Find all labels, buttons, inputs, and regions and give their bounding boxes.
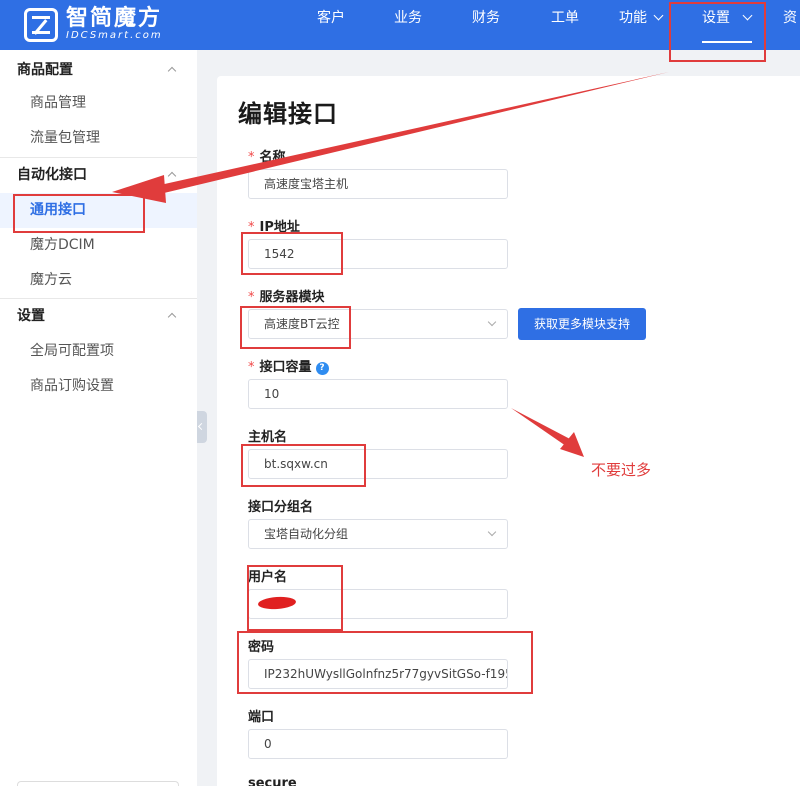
chevron-up-icon — [167, 66, 177, 76]
capacity-input[interactable]: 10 — [248, 379, 508, 409]
question-icon[interactable]: ? — [315, 362, 329, 375]
annotation-box-server-module — [240, 306, 351, 349]
annotation-box-username — [247, 565, 343, 631]
sidebar-item-product-management[interactable]: 商品管理 — [0, 86, 197, 121]
port-label: 端口 — [248, 710, 275, 725]
sidebar-item-global-config[interactable]: 全局可配置项 — [0, 334, 197, 369]
sidebar-group-product-config[interactable]: 商品配置 — [0, 52, 197, 88]
sidebar-group-title: 商品配置 — [17, 62, 73, 78]
annotation-box-settings — [669, 2, 766, 62]
required-mark: * — [248, 360, 255, 375]
annotation-box-hostname — [241, 444, 366, 487]
logo-icon — [24, 8, 58, 42]
sidebar-group-title: 自动化接口 — [17, 167, 87, 183]
nav-item-finance[interactable]: 财务 — [472, 0, 500, 50]
nav-item-business[interactable]: 业务 — [394, 0, 422, 50]
sidebar-item-dcim[interactable]: 魔方DCIM — [0, 228, 197, 263]
sidebar-item-traffic-package[interactable]: 流量包管理 — [0, 121, 197, 156]
brand-name-cn: 智简魔方 — [66, 6, 163, 31]
annotation-box-password — [237, 631, 533, 694]
sidebar-footer — [17, 781, 179, 786]
name-label: * 名称 — [248, 146, 286, 165]
required-mark: * — [248, 290, 255, 305]
port-input[interactable]: 0 — [248, 729, 508, 759]
annotation-box-ip — [241, 232, 343, 275]
sidebar-item-order-settings[interactable]: 商品订购设置 — [0, 369, 197, 404]
sidebar-group-automation[interactable]: 自动化接口 — [0, 157, 197, 193]
nav-item-resources[interactable]: 资 — [783, 0, 797, 50]
chevron-down-icon — [487, 527, 497, 537]
chevron-down-icon — [487, 317, 497, 327]
get-more-modules-button[interactable]: 获取更多模块支持 — [518, 308, 646, 340]
annotation-box-general-interface — [13, 194, 145, 233]
required-mark: * — [248, 150, 255, 165]
name-input[interactable]: 高速度宝塔主机 — [248, 169, 508, 199]
group-label: 接口分组名 — [248, 500, 314, 515]
secure-label: secure — [248, 776, 297, 786]
group-select[interactable]: 宝塔自动化分组 — [248, 519, 508, 549]
sidebar-group-title: 设置 — [17, 308, 45, 324]
sidebar-item-cloud[interactable]: 魔方云 — [0, 263, 197, 298]
nav-item-customers[interactable]: 客户 — [317, 0, 345, 50]
capacity-label-text: 接口容量 — [259, 360, 312, 375]
annotation-note: 不要过多 — [591, 461, 652, 479]
page-title: 编辑接口 — [238, 100, 338, 128]
name-label-text: 名称 — [259, 150, 286, 165]
hostname-label: 主机名 — [248, 430, 288, 445]
group-value: 宝塔自动化分组 — [264, 527, 349, 541]
brand-name-en: IDCSmart.com — [66, 30, 163, 41]
server-module-label: * 服务器模块 — [248, 286, 325, 305]
sidebar: 商品配置 商品管理 流量包管理 自动化接口 通用接口 魔方DCIM 魔方云 设置… — [0, 50, 197, 786]
brand-logo[interactable]: 智简魔方 IDCSmart.com — [24, 6, 163, 44]
nav-item-features[interactable]: 功能 — [619, 0, 664, 50]
chevron-down-icon — [653, 10, 664, 21]
chevron-up-icon — [167, 312, 177, 322]
nav-item-tickets[interactable]: 工单 — [551, 0, 579, 50]
sidebar-group-settings[interactable]: 设置 — [0, 298, 197, 334]
chevron-up-icon — [167, 171, 177, 181]
sidebar-collapse-handle[interactable] — [197, 411, 207, 443]
capacity-label: * 接口容量? — [248, 356, 329, 375]
nav-item-features-label: 功能 — [619, 10, 647, 26]
server-module-label-text: 服务器模块 — [259, 290, 325, 305]
